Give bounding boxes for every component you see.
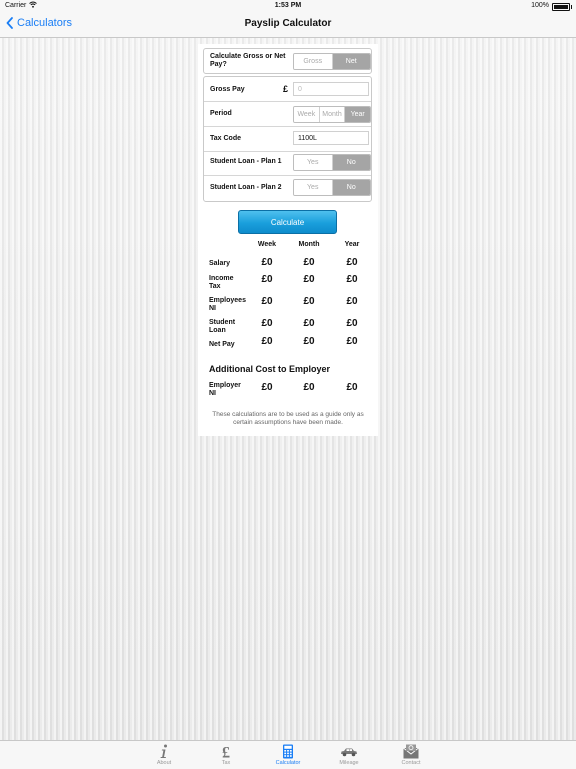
tab-tax-label: Tax bbox=[221, 760, 231, 766]
battery-percent: 100% bbox=[531, 2, 549, 9]
disclaimer-text: These calculations are to be used as a g… bbox=[212, 411, 364, 426]
employer-ni-month-value: £0 bbox=[303, 382, 315, 393]
envelope-icon bbox=[403, 744, 419, 759]
row-label-income-tax: Income Tax bbox=[209, 275, 234, 290]
divider bbox=[204, 126, 371, 127]
row-label-employees-ni: Employees NI bbox=[209, 297, 246, 312]
net-pay-year-value: £0 bbox=[346, 336, 358, 347]
net-pay-month-value: £0 bbox=[303, 336, 315, 347]
tab-calculator[interactable]: Calculator bbox=[268, 741, 308, 769]
student-loan-plan1-option-no[interactable]: No bbox=[332, 155, 370, 170]
student-loan-plan2-option-no[interactable]: No bbox=[332, 180, 370, 195]
calc-type-option-net[interactable]: Net bbox=[332, 54, 370, 69]
page-title: Payslip Calculator bbox=[244, 18, 332, 29]
employer-section-title: Additional Cost to Employer bbox=[209, 364, 331, 374]
tab-contact-label: Contact bbox=[401, 760, 421, 766]
status-bar: Carrier 1:53 PM 100% bbox=[0, 0, 576, 12]
salary-month-value: £0 bbox=[303, 257, 315, 268]
tab-tax[interactable]: £ Tax bbox=[206, 741, 246, 769]
tab-about[interactable]: About bbox=[144, 741, 184, 769]
pound-icon: £ bbox=[222, 745, 230, 760]
divider bbox=[204, 151, 371, 152]
calc-type-segmented-control[interactable]: Gross Net bbox=[293, 53, 371, 70]
income-tax-month-value: £0 bbox=[303, 274, 315, 285]
calculator-icon bbox=[283, 744, 293, 759]
divider bbox=[204, 175, 371, 176]
svg-text:£: £ bbox=[222, 745, 230, 760]
period-option-month[interactable]: Month bbox=[319, 107, 346, 122]
salary-week-value: £0 bbox=[261, 257, 273, 268]
currency-symbol: £ bbox=[283, 84, 289, 94]
net-pay-week-value: £0 bbox=[261, 336, 273, 347]
employees-ni-week-value: £0 bbox=[261, 296, 273, 307]
income-tax-week-value: £0 bbox=[261, 274, 273, 285]
employees-ni-year-value: £0 bbox=[346, 296, 358, 307]
column-header-month: Month bbox=[298, 241, 320, 248]
student-loan-plan1-label: Student Loan - Plan 1 bbox=[210, 158, 282, 165]
row-label-student-loan: Student Loan bbox=[209, 319, 236, 334]
car-icon bbox=[341, 748, 357, 757]
row-label-salary: Salary bbox=[209, 260, 231, 267]
employees-ni-month-value: £0 bbox=[303, 296, 315, 307]
employer-ni-week-value: £0 bbox=[261, 382, 273, 393]
student-loan-plan2-option-yes[interactable]: Yes bbox=[294, 180, 333, 195]
tax-code-input[interactable]: 1100L bbox=[293, 131, 369, 145]
battery-icon bbox=[552, 3, 572, 11]
info-icon bbox=[160, 744, 167, 758]
tab-about-label: About bbox=[156, 760, 172, 766]
calc-type-row: Calculate Gross or Net Pay? Gross Net bbox=[203, 48, 372, 74]
student-loan-month-value: £0 bbox=[303, 318, 315, 329]
student-loan-plan2-segmented-control[interactable]: Yes No bbox=[293, 179, 371, 196]
clock: 1:53 PM bbox=[274, 2, 302, 9]
student-loan-plan1-option-yes[interactable]: Yes bbox=[294, 155, 333, 170]
income-tax-year-value: £0 bbox=[346, 274, 358, 285]
calculate-button[interactable]: Calculate bbox=[238, 210, 337, 234]
period-option-week[interactable]: Week bbox=[294, 107, 320, 122]
gross-pay-label: Gross Pay bbox=[210, 86, 245, 93]
divider bbox=[204, 101, 371, 102]
input-group: Gross Pay £ 0 Period Week Month Year Tax… bbox=[203, 76, 372, 202]
row-label-employer-ni: Employer NI bbox=[209, 382, 241, 397]
tab-bar: About £ Tax Calculator Mileage Contact bbox=[0, 740, 576, 769]
period-label: Period bbox=[210, 110, 232, 117]
period-segmented-control[interactable]: Week Month Year bbox=[293, 106, 371, 123]
column-header-week: Week bbox=[257, 241, 277, 248]
calculator-panel: Calculate Gross or Net Pay? Gross Net Gr… bbox=[198, 44, 378, 436]
column-header-year: Year bbox=[344, 241, 360, 248]
tab-mileage-label: Mileage bbox=[339, 760, 359, 766]
row-label-net-pay: Net Pay bbox=[209, 341, 235, 348]
tab-contact[interactable]: Contact bbox=[391, 741, 431, 769]
period-option-year[interactable]: Year bbox=[345, 107, 370, 122]
student-loan-plan1-segmented-control[interactable]: Yes No bbox=[293, 154, 371, 171]
calc-type-label: Calculate Gross or Net Pay? bbox=[210, 53, 286, 68]
navigation-bar: Calculators Payslip Calculator bbox=[0, 12, 576, 38]
student-loan-week-value: £0 bbox=[261, 318, 273, 329]
tab-calculator-label: Calculator bbox=[275, 760, 301, 766]
tax-code-label: Tax Code bbox=[210, 135, 241, 142]
calc-type-option-gross[interactable]: Gross bbox=[294, 54, 333, 69]
tab-mileage[interactable]: Mileage bbox=[329, 741, 369, 769]
employer-ni-year-value: £0 bbox=[346, 382, 358, 393]
student-loan-plan2-label: Student Loan - Plan 2 bbox=[210, 184, 282, 191]
gross-pay-input[interactable]: 0 bbox=[293, 82, 369, 96]
salary-year-value: £0 bbox=[346, 257, 358, 268]
student-loan-year-value: £0 bbox=[346, 318, 358, 329]
